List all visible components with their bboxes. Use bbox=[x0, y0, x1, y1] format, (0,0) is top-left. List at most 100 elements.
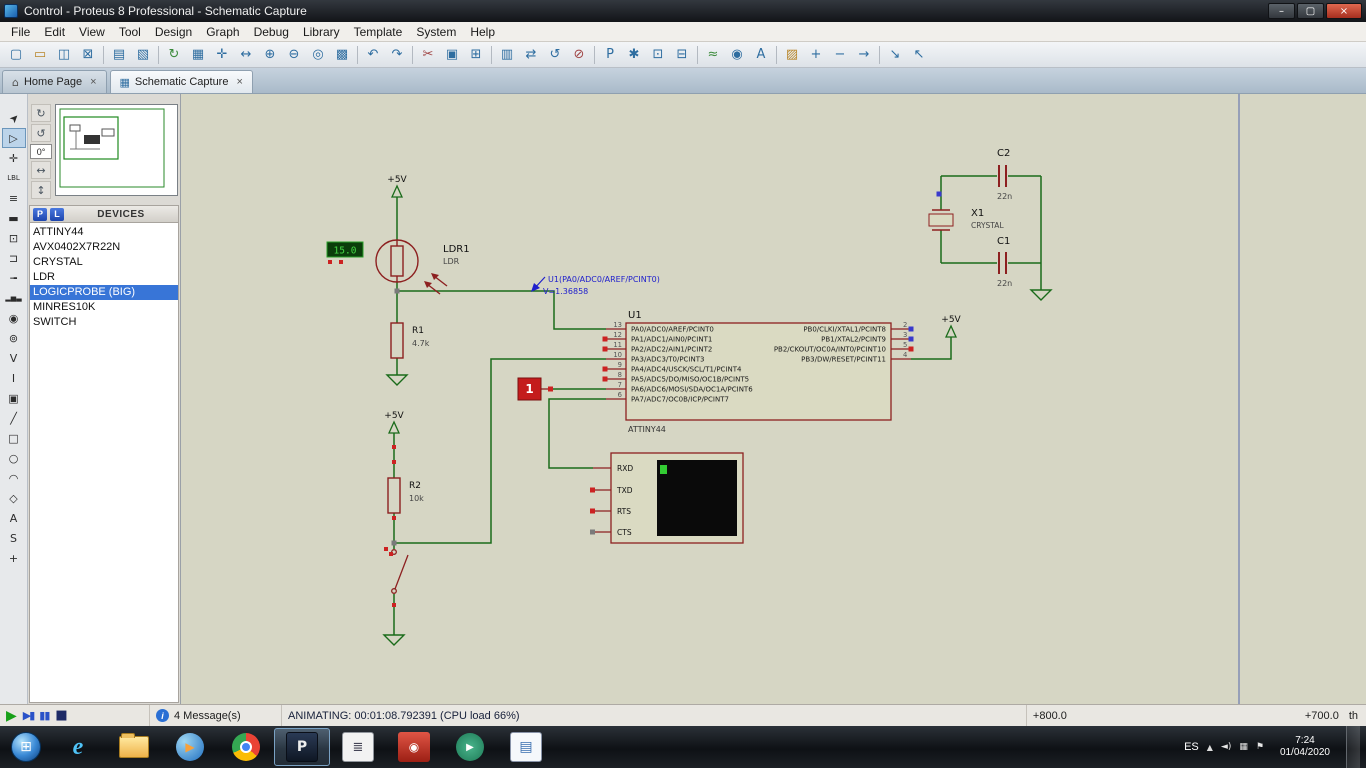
copy-block-icon[interactable]: ▥ bbox=[495, 45, 519, 65]
toggle-grid-icon[interactable]: ▦ bbox=[186, 45, 210, 65]
pick-parts-icon[interactable]: P bbox=[598, 45, 622, 65]
voltage-probe-icon[interactable]: V bbox=[2, 348, 26, 368]
remove-sheet-icon[interactable]: − bbox=[828, 45, 852, 65]
taskbar-app-ie[interactable]: e bbox=[50, 728, 106, 766]
rotate-clockwise-icon[interactable]: ↻ bbox=[31, 104, 51, 122]
capacitor-c2[interactable]: C2 22n bbox=[997, 148, 1012, 201]
taskbar-app-media-player[interactable]: ▶ bbox=[162, 728, 218, 766]
tab-home-close-icon[interactable]: × bbox=[90, 76, 96, 88]
text-2d-icon[interactable]: A bbox=[2, 508, 26, 528]
packaging-tool-icon[interactable]: ⊡ bbox=[646, 45, 670, 65]
graph-mode-icon[interactable]: ▂▅▃ bbox=[2, 288, 26, 308]
mark-output-area-icon[interactable]: ▧ bbox=[131, 45, 155, 65]
resistor-r2[interactable]: R2 10k bbox=[387, 477, 424, 514]
taskbar-clock[interactable]: 7:24 01/04/2020 bbox=[1272, 735, 1338, 759]
resistor-r1[interactable]: R1 4.7k bbox=[390, 322, 430, 359]
line-2d-icon[interactable]: ╱ bbox=[2, 408, 26, 428]
show-desktop-button[interactable] bbox=[1346, 726, 1360, 768]
new-sheet-icon[interactable]: + bbox=[804, 45, 828, 65]
close-button[interactable]: × bbox=[1326, 3, 1362, 19]
subcircuit-icon[interactable]: ⊡ bbox=[2, 228, 26, 248]
menu-help[interactable]: Help bbox=[463, 23, 502, 41]
mirror-vertical-icon[interactable]: ↕ bbox=[31, 181, 51, 199]
ic-u1[interactable]: U1 ATTINY44 13 12 11 10 9 8 7 6 PA0/ADC0… bbox=[606, 310, 911, 434]
menu-file[interactable]: File bbox=[4, 23, 37, 41]
zoom-to-child-icon[interactable]: ↘ bbox=[883, 45, 907, 65]
logic-probe[interactable]: 1 bbox=[517, 377, 553, 401]
tray-expand-icon[interactable]: ▲ bbox=[1207, 743, 1213, 752]
paste-icon[interactable]: ⊞ bbox=[464, 45, 488, 65]
taskbar-app-journal[interactable]: ▤ bbox=[498, 728, 554, 766]
exit-to-parent-icon[interactable]: ↖ bbox=[907, 45, 931, 65]
menu-graph[interactable]: Graph bbox=[199, 23, 246, 41]
taskbar-app-player[interactable]: ◉ bbox=[386, 728, 442, 766]
delete-block-icon[interactable]: ⊘ bbox=[567, 45, 591, 65]
copy-icon[interactable]: ▣ bbox=[440, 45, 464, 65]
taskbar-app-viewer[interactable]: ≣ bbox=[330, 728, 386, 766]
toggle-origin-icon[interactable]: ✛ bbox=[210, 45, 234, 65]
menu-debug[interactable]: Debug bbox=[247, 23, 296, 41]
tab-schematic-capture[interactable]: ▦ Schematic Capture × bbox=[109, 70, 253, 93]
virtual-instruments-icon[interactable]: ▣ bbox=[2, 388, 26, 408]
capacitor-c1[interactable]: C1 22n bbox=[997, 236, 1012, 288]
symbol-2d-icon[interactable]: S bbox=[2, 528, 26, 548]
power-terminal-vcc-reset[interactable]: +5V bbox=[941, 315, 962, 338]
device-list-item[interactable]: LDR bbox=[30, 270, 178, 285]
wire-autorouter-icon[interactable]: ≈ bbox=[701, 45, 725, 65]
device-list-item[interactable]: MINRES10K bbox=[30, 300, 178, 315]
device-list-item[interactable]: SWITCH bbox=[30, 315, 178, 330]
probe-display[interactable]: 15.0 bbox=[326, 241, 364, 264]
play-button[interactable]: ▶ bbox=[6, 708, 17, 724]
move-block-icon[interactable]: ⇄ bbox=[519, 45, 543, 65]
box-2d-icon[interactable]: □ bbox=[2, 428, 26, 448]
tab-schematic-close-icon[interactable]: × bbox=[236, 76, 242, 88]
decompose-icon[interactable]: ⊟ bbox=[670, 45, 694, 65]
virtual-terminal[interactable]: RXD TXD RTS CTS bbox=[593, 452, 744, 544]
terminal-mode-icon[interactable]: ⊐ bbox=[2, 248, 26, 268]
action-center-flag-icon[interactable]: ⚑ bbox=[1256, 742, 1264, 752]
zoom-all-icon[interactable]: ◎ bbox=[306, 45, 330, 65]
bus-mode-icon[interactable]: ▬ bbox=[2, 208, 26, 228]
menu-system[interactable]: System bbox=[409, 23, 463, 41]
start-button[interactable]: ⊞ bbox=[2, 727, 50, 767]
property-assignment-icon[interactable]: A bbox=[749, 45, 773, 65]
goto-sheet-icon[interactable]: → bbox=[852, 45, 876, 65]
ldr1-component[interactable]: LDR1 LDR bbox=[375, 239, 470, 295]
print-icon[interactable]: ▤ bbox=[107, 45, 131, 65]
text-script-icon[interactable]: ≡ bbox=[2, 188, 26, 208]
device-list-item[interactable]: ATTINY44 bbox=[30, 225, 178, 240]
close-project-icon[interactable]: ⊠ bbox=[76, 45, 100, 65]
display-icon[interactable]: ▦ bbox=[1239, 742, 1248, 752]
message-counter[interactable]: i 4 Message(s) bbox=[150, 705, 282, 726]
tape-recorder-icon[interactable]: ◉ bbox=[2, 308, 26, 328]
new-project-icon[interactable]: ▢ bbox=[4, 45, 28, 65]
redo-icon[interactable]: ↷ bbox=[385, 45, 409, 65]
library-manager-button[interactable]: L bbox=[50, 207, 64, 221]
pan-icon[interactable]: ↔ bbox=[234, 45, 258, 65]
marker-2d-icon[interactable]: + bbox=[2, 548, 26, 568]
language-indicator[interactable]: ES bbox=[1184, 741, 1199, 753]
design-explorer-icon[interactable]: ▨ bbox=[780, 45, 804, 65]
rotate-anticlockwise-icon[interactable]: ↺ bbox=[31, 124, 51, 142]
schematic-sheet[interactable]: +5V +5V +5V LDR1 LDR 15.0 R1 4.7k R2 10k… bbox=[181, 94, 1366, 704]
minimize-button[interactable]: – bbox=[1268, 3, 1295, 19]
pause-button[interactable]: ▮▮ bbox=[39, 709, 50, 722]
undo-icon[interactable]: ↶ bbox=[361, 45, 385, 65]
zoom-area-icon[interactable]: ▩ bbox=[330, 45, 354, 65]
make-device-icon[interactable]: ✱ bbox=[622, 45, 646, 65]
current-probe-icon[interactable]: I bbox=[2, 368, 26, 388]
schematic-editor[interactable]: +5V +5V +5V LDR1 LDR 15.0 R1 4.7k R2 10k… bbox=[181, 94, 1366, 704]
arc-2d-icon[interactable]: ◠ bbox=[2, 468, 26, 488]
search-tag-icon[interactable]: ◉ bbox=[725, 45, 749, 65]
device-pin-icon[interactable]: ╼ bbox=[2, 268, 26, 288]
cut-icon[interactable]: ✂ bbox=[416, 45, 440, 65]
circle-2d-icon[interactable]: ○ bbox=[2, 448, 26, 468]
taskbar-app-proteus[interactable]: P bbox=[274, 728, 330, 766]
menu-template[interactable]: Template bbox=[347, 23, 410, 41]
maximize-button[interactable]: ▢ bbox=[1297, 3, 1324, 19]
wire-label-icon[interactable]: LBL bbox=[2, 168, 26, 188]
device-list-item[interactable]: AVX0402X7R22N bbox=[30, 240, 178, 255]
save-project-icon[interactable]: ◫ bbox=[52, 45, 76, 65]
power-terminal-vcc-ldr[interactable]: +5V bbox=[387, 175, 408, 198]
menu-design[interactable]: Design bbox=[148, 23, 199, 41]
